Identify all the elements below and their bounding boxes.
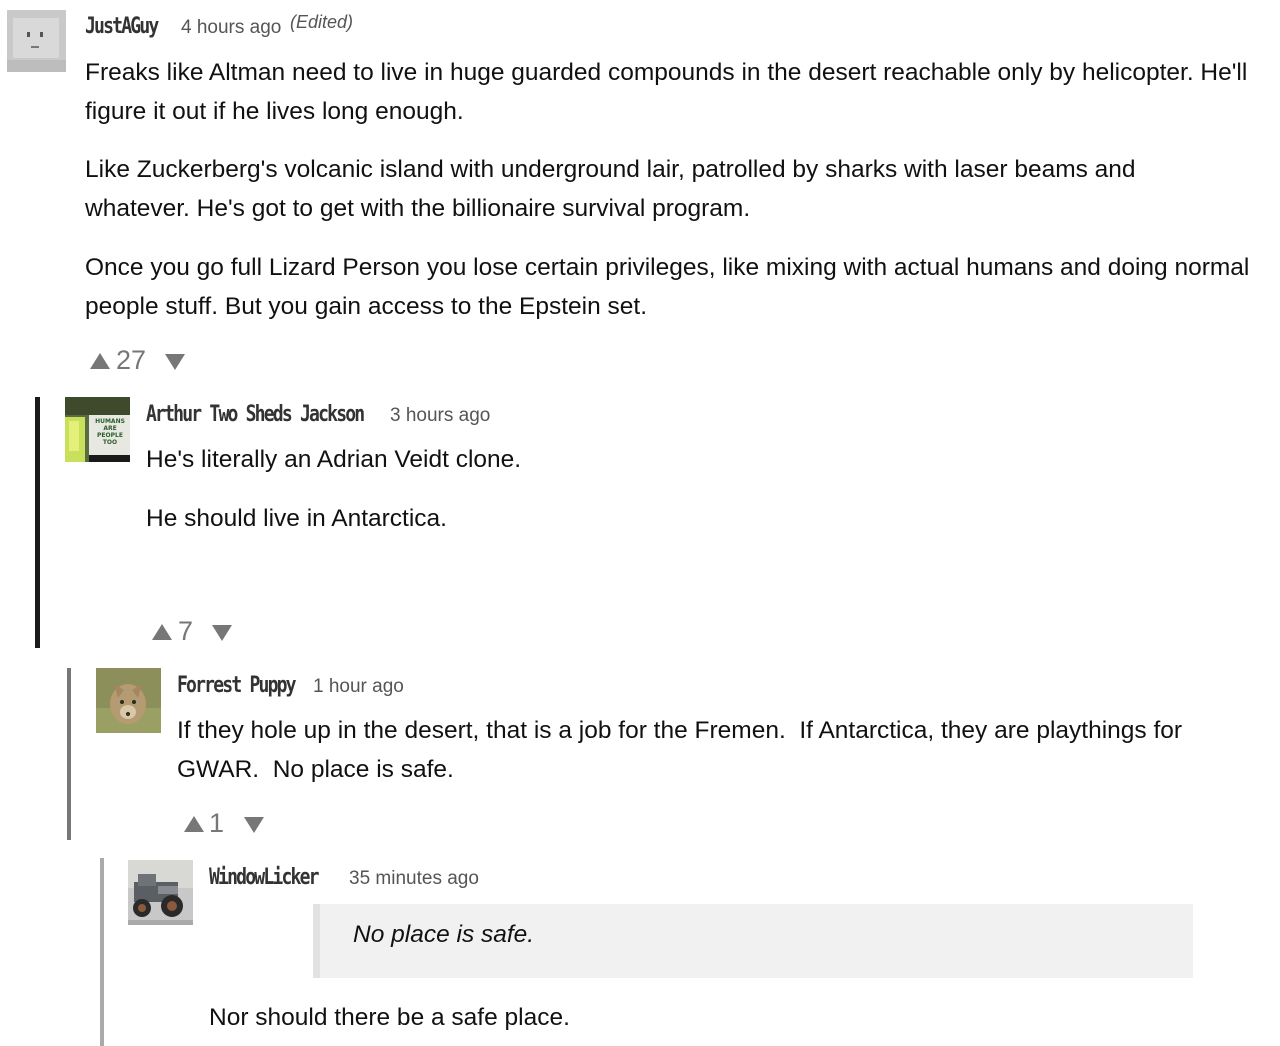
comment-arthur-two-sheds-jackson: HUMANS ARE PEOPLE TOO Arthur Two Sheds J…: [0, 390, 1280, 650]
comment-paragraph: Once you go full Lizard Person you lose …: [85, 254, 1250, 320]
comment-justaguy: JustAGuy 4 hours ago (Edited) Freaks lik…: [0, 0, 1280, 380]
quoted-text-block: No place is safe.: [313, 904, 1193, 978]
comment-timestamp[interactable]: 3 hours ago: [390, 405, 490, 427]
protest-sign-photo-avatar-icon[interactable]: HUMANS ARE PEOPLE TOO: [65, 397, 130, 462]
coyote-photo-avatar-icon[interactable]: [96, 668, 161, 733]
downvote-arrow-icon[interactable]: [212, 625, 232, 641]
upvote-arrow-icon[interactable]: [152, 624, 172, 640]
comment-paragraph: If they hole up in the desert, that is a…: [177, 717, 1189, 783]
quoted-text: No place is safe.: [353, 921, 535, 948]
comment-paragraph: Like Zuckerberg's volcanic island with u…: [85, 156, 1136, 222]
comment-thread: JustAGuy 4 hours ago (Edited) Freaks lik…: [0, 0, 1280, 1046]
vote-count: 1: [209, 808, 225, 838]
comment-username[interactable]: Arthur Two Sheds Jackson: [146, 402, 365, 427]
comment-paragraph: Freaks like Altman need to live in huge …: [85, 59, 1248, 125]
hot-rod-car-avatar-icon[interactable]: [128, 860, 193, 925]
vote-count: 27: [116, 345, 147, 375]
comment-username[interactable]: WindowLicker: [209, 865, 319, 890]
comment-paragraph: He's literally an Adrian Veidt clone.: [146, 446, 522, 473]
comment-forrest-puppy: Forrest Puppy 1 hour ago If they hole up…: [0, 660, 1280, 845]
comment-timestamp[interactable]: 1 hour ago: [313, 676, 404, 698]
upvote-arrow-icon[interactable]: [90, 353, 110, 369]
avatar-sign-text: HUMANS ARE PEOPLE TOO: [95, 418, 125, 446]
edited-label: (Edited): [290, 12, 354, 32]
downvote-arrow-icon[interactable]: [165, 354, 185, 370]
comment-username[interactable]: JustAGuy: [85, 14, 159, 39]
upvote-arrow-icon[interactable]: [184, 816, 204, 832]
comment-username[interactable]: Forrest Puppy: [177, 673, 297, 698]
blocky-robot-avatar-icon[interactable]: [3, 8, 68, 73]
comment-timestamp[interactable]: 35 minutes ago: [349, 868, 479, 890]
comment-windowlicker: WindowLicker 35 minutes ago No place is …: [0, 850, 1280, 1046]
downvote-arrow-icon[interactable]: [244, 817, 264, 833]
vote-count: 7: [178, 616, 194, 646]
comment-timestamp[interactable]: 4 hours ago: [181, 17, 281, 39]
comment-paragraph: He should live in Antarctica.: [146, 505, 447, 532]
comment-paragraph: Nor should there be a safe place.: [209, 1004, 570, 1031]
